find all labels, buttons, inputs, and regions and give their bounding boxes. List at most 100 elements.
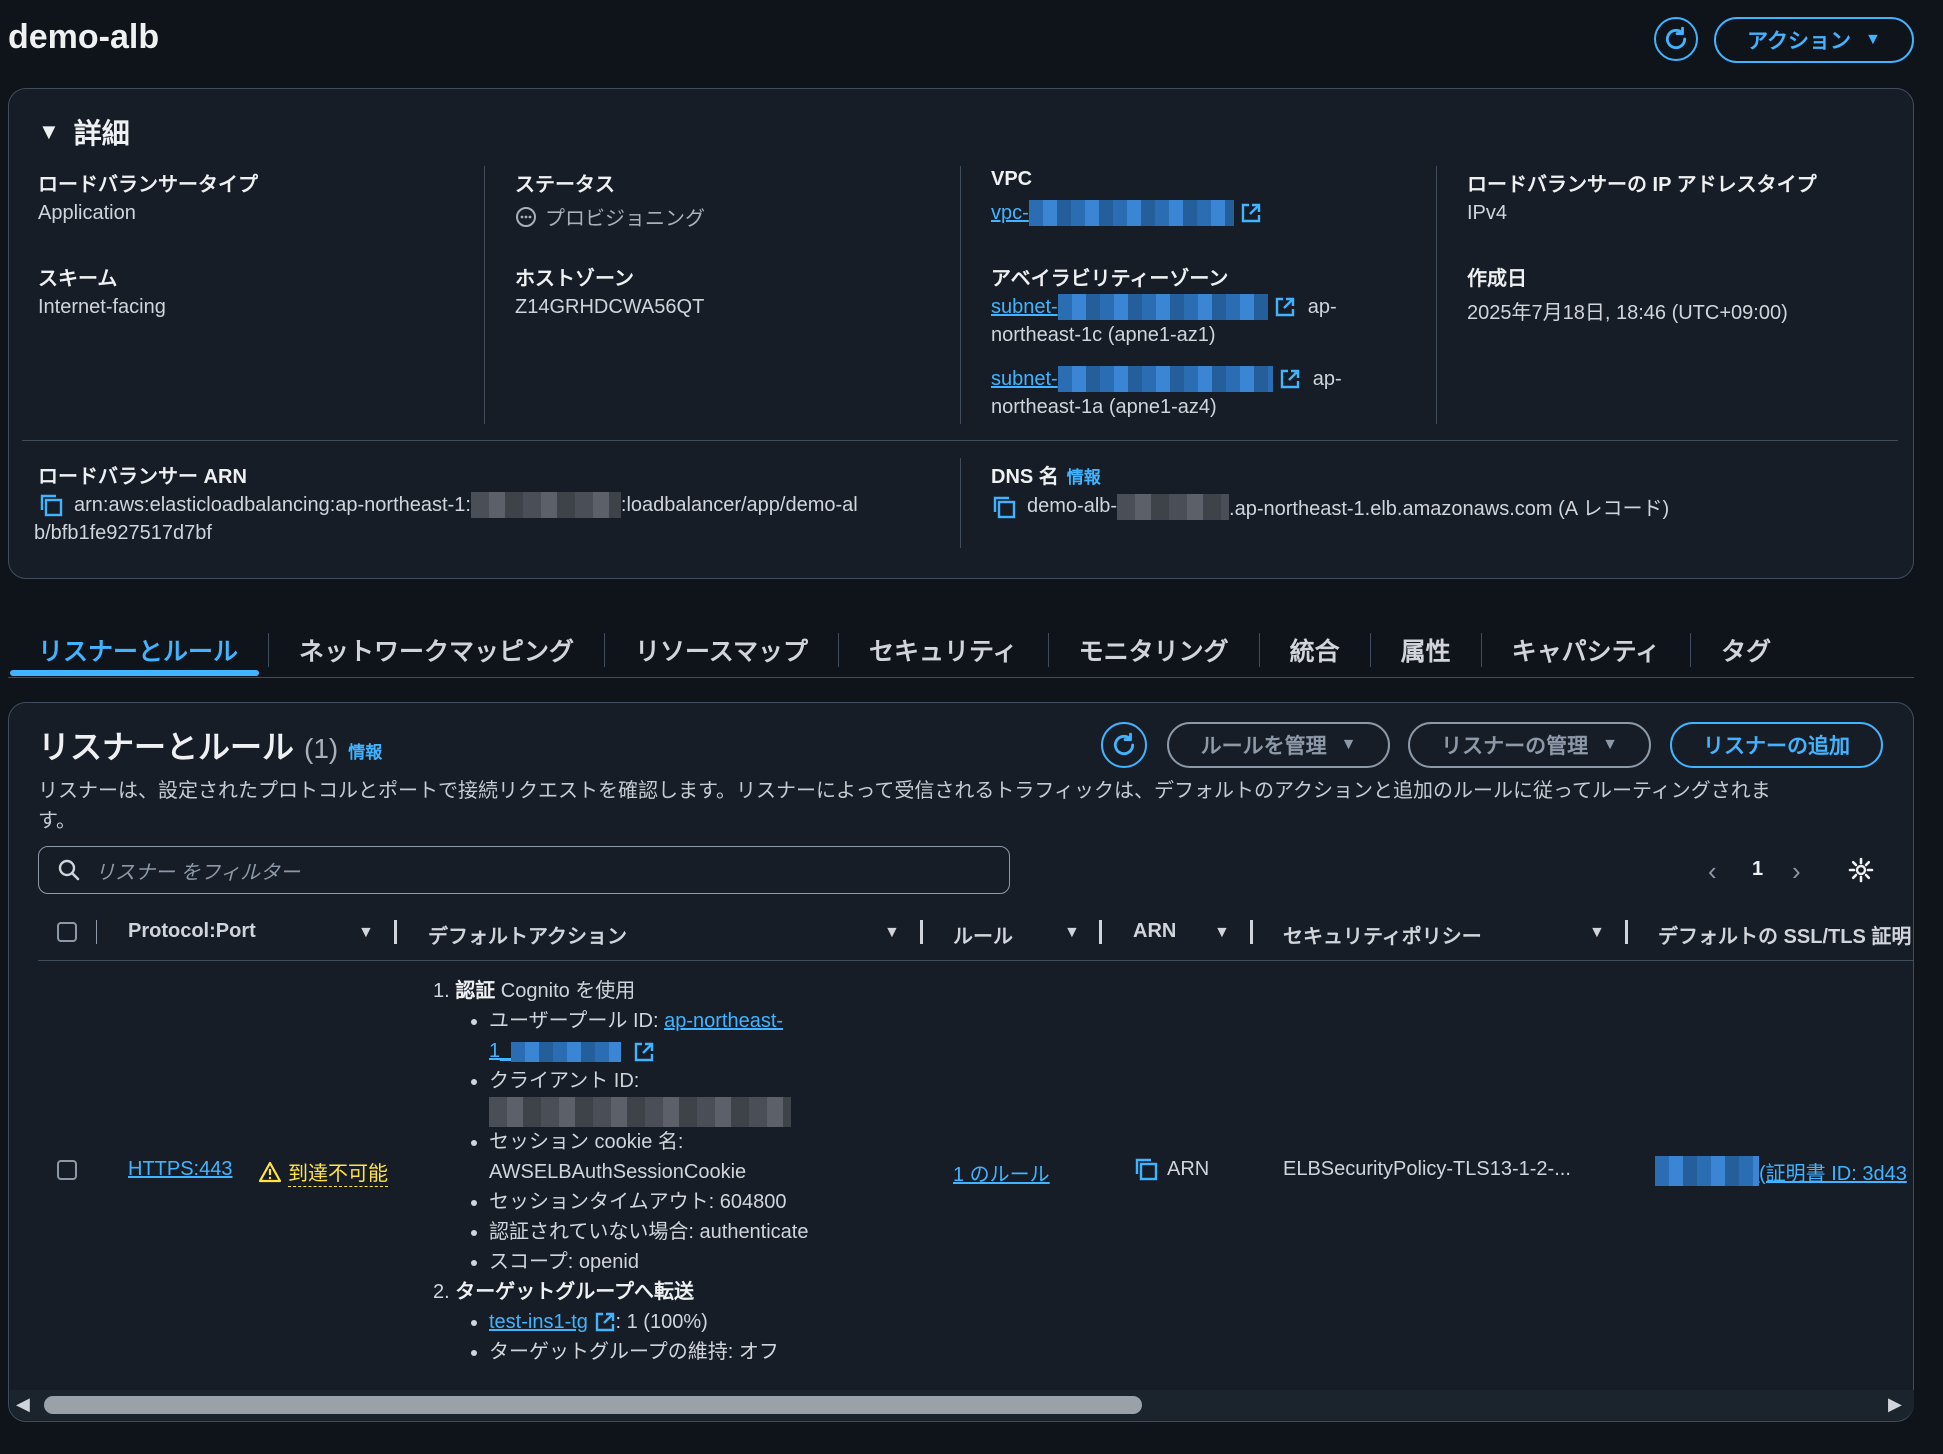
hosted-zone-value: Z14GRHDCWA56QT — [515, 296, 705, 318]
certificate-link-text[interactable]: (証明書 ID: 3d43 — [1759, 1157, 1907, 1186]
tab-attributes[interactable]: 属性 — [1371, 632, 1481, 668]
userpool-link-2[interactable]: 1_ — [489, 1040, 511, 1062]
page-number[interactable]: 1 — [1752, 858, 1763, 881]
listeners-description: リスナーは、設定されたプロトコルとポートで接続リクエストを確認します。リスナーに… — [38, 776, 1878, 836]
divider — [38, 960, 1914, 961]
redacted-block — [470, 492, 621, 518]
action-2-number: 2. — [433, 1280, 450, 1303]
arn-copy[interactable]: ARN — [1133, 1156, 1209, 1182]
sort-icon[interactable]: ▼ — [1214, 924, 1230, 942]
settings-button[interactable] — [1848, 857, 1874, 889]
actions-dropdown-button[interactable]: アクション ▼ — [1714, 17, 1914, 63]
scrollbar-thumb[interactable] — [44, 1396, 1142, 1414]
security-policy-value: ELBSecurityPolicy-TLS13-1-2-... — [1283, 1158, 1571, 1180]
dns-info-link[interactable]: 情報 — [1067, 463, 1101, 488]
col-protocol-port[interactable]: Protocol:Port — [128, 920, 256, 943]
created-label: 作成日 — [1467, 268, 1527, 290]
divider — [1436, 166, 1437, 424]
copy-icon[interactable] — [38, 492, 64, 518]
scroll-left-icon[interactable]: ◀ — [16, 1394, 30, 1415]
listener-filter-input[interactable]: リスナー をフィルター — [38, 846, 1010, 894]
tab-security[interactable]: セキュリティ — [839, 632, 1048, 668]
actions-label: アクション — [1747, 30, 1852, 53]
az1-link[interactable]: subnet- ap- — [991, 294, 1337, 320]
refresh-icon — [1665, 26, 1687, 50]
sort-icon[interactable]: ▼ — [1589, 924, 1605, 942]
action-2-details: test-ins1-tg : 1 (100%) ターゲットグループの維持: オフ — [433, 1307, 863, 1367]
warning-badge[interactable]: 到達不可能 — [258, 1157, 388, 1187]
column-resizer[interactable] — [1099, 920, 1102, 944]
sort-icon[interactable]: ▼ — [1064, 924, 1080, 942]
redacted-block — [1655, 1156, 1759, 1186]
vpc-label: VPC — [991, 168, 1033, 190]
details-toggle[interactable]: ▼ 詳細 — [38, 112, 130, 152]
col-default-action[interactable]: デフォルトアクション — [428, 920, 627, 949]
protocol-port-text[interactable]: HTTPS:443 — [128, 1158, 232, 1180]
next-page-icon[interactable]: › — [1792, 856, 1801, 887]
manage-listeners-button[interactable]: リスナーの管理 ▼ — [1408, 722, 1651, 768]
tab-bar: リスナーとルール ネットワークマッピング リソースマップ セキュリティ モニタリ… — [8, 622, 1914, 678]
list-item: セッション cookie 名: AWSELBAuthSessionCookie — [489, 1127, 863, 1187]
az1-subnet-link[interactable]: subnet- — [991, 296, 1058, 319]
certificate-link[interactable]: (証明書 ID: 3d43 — [1655, 1156, 1914, 1186]
scroll-right-icon[interactable]: ▶ — [1888, 1394, 1902, 1415]
manage-listeners-label: リスナーの管理 — [1441, 735, 1589, 758]
az2-zone: northeast-1a (apne1-az4) — [991, 396, 1217, 418]
search-icon — [58, 859, 80, 881]
rules-link[interactable]: 1 のルール — [953, 1158, 1050, 1187]
column-resizer[interactable] — [1625, 920, 1628, 944]
listeners-header: リスナーとルール (1) 情報 — [38, 722, 382, 768]
list-item: ユーザープール ID: ap-northeast- 1_ — [489, 1006, 863, 1066]
copy-icon — [1135, 1158, 1158, 1181]
col-rules[interactable]: ルール — [953, 920, 1013, 949]
userpool-link[interactable]: ap-northeast- — [664, 1010, 783, 1032]
column-resizer[interactable] — [394, 920, 397, 944]
lb-type-value: Application — [38, 202, 136, 224]
listeners-info-link[interactable]: 情報 — [348, 738, 382, 763]
prev-page-icon[interactable]: ‹ — [1708, 856, 1717, 887]
tab-capacity[interactable]: キャパシティ — [1482, 632, 1691, 668]
column-resizer[interactable] — [1250, 920, 1253, 944]
az2-subnet-link[interactable]: subnet- — [991, 368, 1058, 391]
add-listener-button[interactable]: リスナーの追加 — [1670, 722, 1883, 768]
arn-copy-text: ARN — [1167, 1157, 1210, 1180]
refresh-listeners-button[interactable] — [1101, 722, 1147, 768]
tab-resource-map[interactable]: リソースマップ — [605, 632, 838, 668]
rules-link-text[interactable]: 1 のルール — [953, 1164, 1050, 1186]
select-all-checkbox[interactable] — [57, 922, 77, 942]
default-action-cell: 1. 認証 Cognito を使用 ユーザープール ID: ap-northea… — [433, 976, 863, 1367]
tab-listeners-rules[interactable]: リスナーとルール — [8, 632, 268, 668]
scheme-value: Internet-facing — [38, 296, 166, 318]
action-2-title: ターゲットグループへ転送 — [455, 1280, 695, 1303]
column-resizer[interactable] — [920, 920, 923, 944]
tab-network-mapping[interactable]: ネットワークマッピング — [269, 632, 604, 668]
tab-monitoring[interactable]: モニタリング — [1049, 632, 1259, 668]
divider — [8, 677, 1914, 678]
refresh-button[interactable] — [1654, 17, 1698, 61]
sort-icon[interactable]: ▼ — [358, 924, 374, 942]
row-checkbox[interactable] — [57, 1160, 77, 1180]
col-security-policy[interactable]: セキュリティポリシー — [1283, 920, 1482, 949]
client-id-label: クライアント ID: — [489, 1070, 640, 1092]
az2-link[interactable]: subnet- ap- — [991, 366, 1342, 392]
copy-icon[interactable] — [991, 494, 1017, 520]
action-1: 1. 認証 Cognito を使用 — [433, 976, 863, 1006]
external-link-icon — [1275, 297, 1294, 317]
filter-placeholder: リスナー をフィルター — [95, 861, 301, 884]
manage-rules-button[interactable]: ルールを管理 ▼ — [1167, 722, 1390, 768]
dns-label: DNS 名 — [991, 466, 1059, 488]
vpc-link[interactable]: vpc- — [991, 200, 1262, 226]
col-default-cert[interactable]: デフォルトの SSL/TLS 証明 — [1658, 920, 1912, 949]
target-group-link[interactable]: test-ins1-tg — [489, 1311, 588, 1333]
active-tab-indicator — [10, 670, 259, 676]
vpc-link-text[interactable]: vpc- — [991, 202, 1029, 225]
description-line-1: リスナーは、設定されたプロトコルとポートで接続リクエストを確認します。リスナーに… — [38, 780, 1771, 802]
tab-tags[interactable]: タグ — [1691, 632, 1801, 668]
external-link-icon — [1241, 203, 1260, 223]
sort-icon[interactable]: ▼ — [884, 924, 900, 942]
col-arn[interactable]: ARN — [1133, 920, 1176, 943]
protocol-port-link[interactable]: HTTPS:443 — [128, 1158, 232, 1181]
az1-suffix: ap- — [1307, 295, 1337, 318]
cookie-value: AWSELBAuthSessionCookie — [489, 1160, 747, 1183]
tab-integrations[interactable]: 統合 — [1260, 632, 1370, 668]
